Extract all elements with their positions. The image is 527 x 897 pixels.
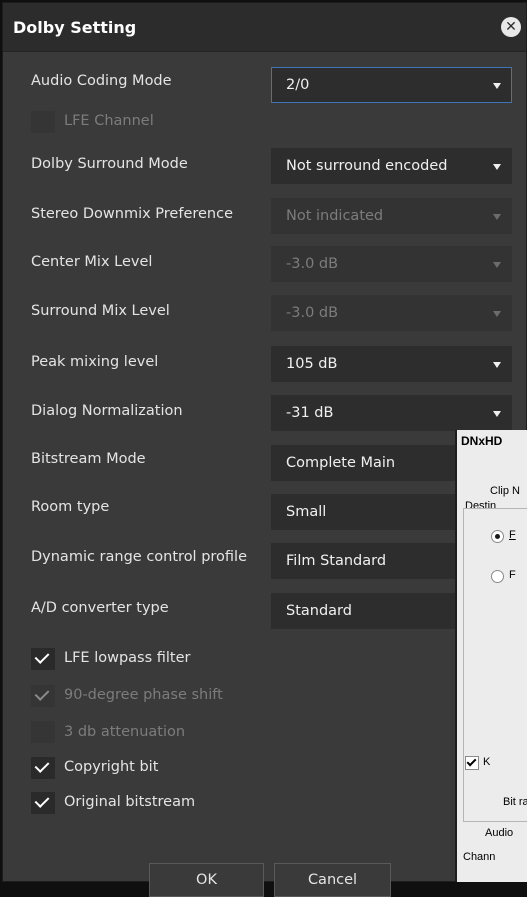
ok-button[interactable]: OK (149, 863, 264, 897)
peak-mixing-label: Peak mixing level (31, 354, 159, 370)
original-bitstream-checkbox[interactable] (31, 792, 55, 814)
surround-mix-label: Surround Mix Level (31, 303, 170, 319)
stereo-downmix-label: Stereo Downmix Preference (31, 206, 234, 222)
destination-radio-1[interactable] (491, 530, 504, 543)
k-checkbox-label: K (483, 756, 491, 768)
drc-profile-value: Film Standard (286, 553, 387, 569)
k-checkbox[interactable] (465, 756, 479, 770)
clip-name-label: Clip N (490, 485, 520, 497)
audio-coding-mode-label: Audio Coding Mode (31, 73, 172, 89)
center-mix-value: -3.0 dB (286, 256, 339, 272)
chevron-down-icon (493, 164, 501, 170)
lfe-channel-checkbox[interactable] (31, 111, 55, 133)
chevron-down-icon (493, 214, 501, 220)
copyright-bit-checkbox[interactable] (31, 757, 55, 779)
dnxhd-title: DNxHD (461, 434, 503, 448)
lfe-lowpass-checkbox[interactable] (31, 648, 55, 670)
peak-mixing-value: 105 dB (286, 356, 338, 372)
original-bitstream-label: Original bitstream (64, 794, 196, 810)
bitrate-label: Bit ra (503, 796, 527, 808)
dolby-surround-mode-value: Not surround encoded (286, 158, 448, 174)
chevron-down-icon (493, 311, 501, 317)
peak-mixing-select[interactable]: 105 dB (271, 346, 512, 382)
dolby-setting-dialog: Dolby Setting ✕ Audio Coding Mode 2/0 LF… (2, 2, 527, 897)
attenuation-label: 3 db attenuation (64, 724, 186, 740)
dialog-normalization-value: -31 dB (286, 405, 334, 421)
cancel-button[interactable]: Cancel (274, 863, 391, 897)
phase-shift-checkbox[interactable] (31, 685, 55, 707)
chevron-down-icon (493, 83, 501, 89)
audio-group-label: Audio (485, 827, 514, 839)
ad-converter-value: Standard (286, 603, 352, 619)
drc-profile-label: Dynamic range control profile (31, 549, 247, 565)
ad-converter-label: A/D converter type (31, 600, 169, 616)
audio-coding-mode-value: 2/0 (286, 77, 310, 93)
bitstream-mode-label: Bitstream Mode (31, 451, 146, 467)
dialog-normalization-label: Dialog Normalization (31, 403, 183, 419)
channels-label: Chann (463, 851, 496, 863)
dolby-surround-mode-label: Dolby Surround Mode (31, 156, 188, 172)
close-icon[interactable]: ✕ (501, 17, 521, 37)
destination-radio-2[interactable] (491, 570, 504, 583)
audio-coding-mode-select[interactable]: 2/0 (271, 67, 512, 103)
dialog-title: Dolby Setting (13, 18, 137, 37)
attenuation-checkbox[interactable] (31, 721, 55, 743)
stereo-downmix-value: Not indicated (286, 208, 384, 224)
chevron-down-icon (493, 262, 501, 268)
dolby-surround-mode-select[interactable]: Not surround encoded (271, 148, 512, 184)
lfe-channel-label: LFE Channel (64, 113, 154, 129)
surround-mix-select[interactable]: -3.0 dB (271, 295, 512, 331)
chevron-down-icon (493, 411, 501, 417)
lfe-lowpass-label: LFE lowpass filter (64, 650, 191, 666)
room-type-value: Small (286, 504, 327, 520)
dialog-normalization-select[interactable]: -31 dB (271, 395, 512, 431)
bitstream-mode-value: Complete Main (286, 455, 396, 471)
title-bar[interactable]: Dolby Setting ✕ (3, 3, 526, 52)
center-mix-label: Center Mix Level (31, 254, 153, 270)
chevron-down-icon (493, 362, 501, 368)
copyright-bit-label: Copyright bit (64, 759, 159, 775)
destination-radio-2-label: F (509, 569, 516, 581)
room-type-label: Room type (31, 499, 110, 515)
destination-group (463, 508, 527, 822)
stereo-downmix-select[interactable]: Not indicated (271, 198, 512, 234)
surround-mix-value: -3.0 dB (286, 305, 339, 321)
destination-radio-1-label: F (509, 529, 516, 541)
center-mix-select[interactable]: -3.0 dB (271, 246, 512, 282)
phase-shift-label: 90-degree phase shift (64, 687, 223, 703)
dnxhd-window: DNxHD Clip N Destin F F K Bit ra Audio C… (455, 430, 527, 882)
